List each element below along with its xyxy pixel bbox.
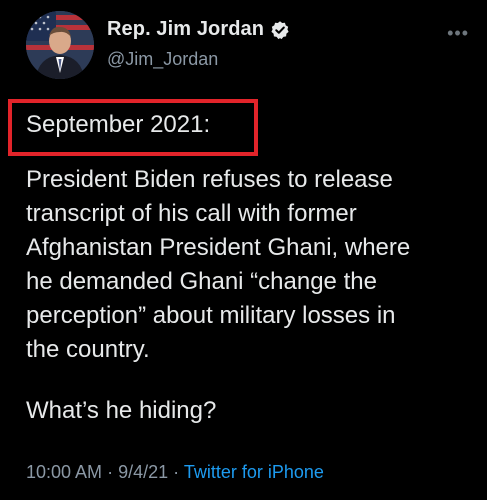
tweet-meta: 10:00 AM · 9/4/21 · Twitter for iPhone [26, 462, 324, 483]
tweet-card: Rep. Jim Jordan @Jim_Jordan ••• Septembe… [0, 0, 487, 500]
tweet-time[interactable]: 10:00 AM [26, 462, 102, 482]
highlighted-date-label: September 2021: [26, 111, 211, 138]
avatar-image [26, 11, 94, 79]
tweet-body-line: he demanded Ghani “change the [26, 268, 377, 295]
meta-separator: · [173, 462, 184, 482]
tweet-body-line: President Biden refuses to release [26, 166, 393, 193]
author-display-name[interactable]: Rep. Jim Jordan [107, 18, 264, 41]
meta-separator: · [107, 462, 119, 482]
tweet-body-line: the country. [26, 336, 150, 363]
more-options-icon[interactable]: ••• [447, 24, 469, 42]
tweet-body: President Biden refuses to release trans… [26, 163, 481, 367]
verified-badge-icon [270, 20, 290, 40]
tweet-source-link[interactable]: Twitter for iPhone [184, 462, 324, 482]
tweet-date[interactable]: 9/4/21 [118, 462, 168, 482]
tweet-body-line: perception” about military losses in [26, 302, 396, 329]
tweet-body-line: Afghanistan President Ghani, where [26, 234, 411, 261]
author-name-row[interactable]: Rep. Jim Jordan [107, 18, 290, 41]
tweet-question: What’s he hiding? [26, 397, 217, 424]
tweet-body-line: transcript of his call with former [26, 200, 357, 227]
author-handle[interactable]: @Jim_Jordan [107, 49, 218, 70]
avatar[interactable] [26, 11, 94, 79]
